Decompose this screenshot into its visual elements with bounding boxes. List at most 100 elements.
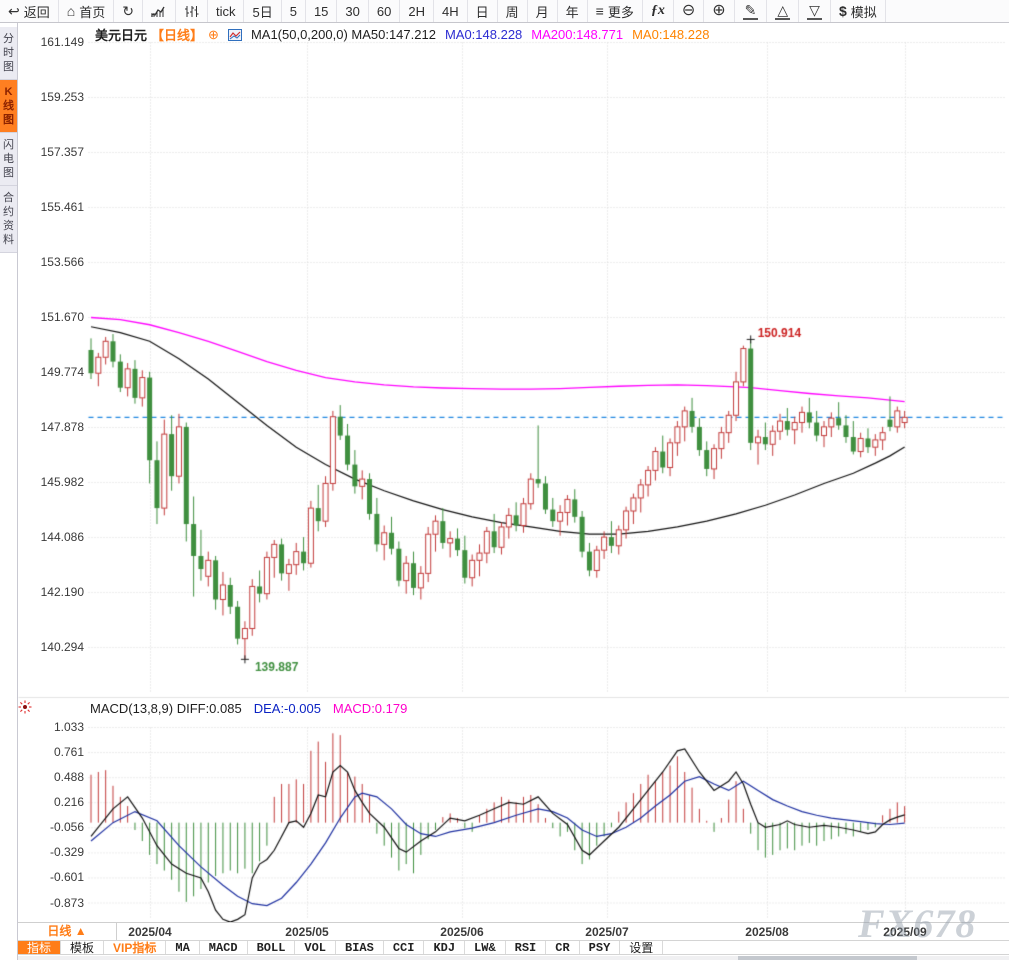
x-axis-label: 2025/08 xyxy=(745,925,789,939)
interval-30m-button[interactable]: 30 xyxy=(337,0,369,22)
top-toolbar: ↩ 返回 ⌂ 首页 ↻ tick 5日 5 15 30 60 2H 4H 日周月年 ≡ 更多 ƒx ⊖ ⊕ ✎ △ ▽ $ 模… xyxy=(0,0,1009,23)
interval-day-button-label: 日 xyxy=(475,4,489,20)
macd-pane-header: MACD(13,8,9) DIFF:0.085 DEA:-0.005 MACD:… xyxy=(90,701,407,716)
indicator-tab-bar: 指标 模板 VIP指标 MA MACD BOLL VOL BIAS CCI KDJ LW& RSI CR… xyxy=(18,940,1009,955)
tab-indicators[interactable]: 指标 xyxy=(18,941,62,955)
left-sidebar: 分时图 K线图 闪电图 合约资料 xyxy=(0,23,18,960)
triangle-down-icon: ▽ xyxy=(807,2,822,20)
x-axis-label: 2025/06 xyxy=(440,925,484,939)
tab-macd[interactable]: MACD xyxy=(200,941,248,955)
sidebar-item-lightning-chart[interactable]: 闪电图 xyxy=(0,133,17,186)
macd-axis-label: -0.873 xyxy=(49,895,84,910)
x-axis-label: 2025/04 xyxy=(128,925,172,939)
price-axis-label: 159.253 xyxy=(40,90,84,104)
zoom-out-icon: ⊖ xyxy=(681,2,696,19)
macd-axis-label: -0.601 xyxy=(49,870,84,885)
candlestick-button[interactable] xyxy=(176,0,208,22)
interval-60m-button[interactable]: 60 xyxy=(369,0,401,22)
symbol-name: 美元日元 xyxy=(95,28,148,43)
x-axis-row: 日线 ▲ 2025/04 2025/05 2025/06 2025/07 2025/08… xyxy=(18,922,1009,940)
macd-settings-label: MACD(13,8,9) DIFF:0.085 xyxy=(90,701,242,716)
sidebar-item-kline-chart[interactable]: K线图 xyxy=(0,80,17,133)
price-pane-header: 美元日元 【日线】 ⊕ MA1(50,0,200,0) MA50:147.212… xyxy=(95,25,709,44)
draw-triangle-down-button[interactable]: ▽ xyxy=(799,0,831,22)
interval-day-button[interactable]: 日 xyxy=(468,0,498,22)
more-button[interactable]: ≡ 更多 xyxy=(588,0,643,22)
x-axis-label: 2025/05 xyxy=(285,925,329,939)
draw-pencil-button[interactable]: ✎ xyxy=(735,0,768,22)
back-arrow-icon: ↩ xyxy=(8,3,20,19)
horizontal-scrollbar[interactable] xyxy=(18,956,1009,960)
refresh-icon: ↻ xyxy=(122,3,134,19)
simulate-trade-button[interactable]: $ 模拟 xyxy=(831,0,886,22)
tab-cci[interactable]: CCI xyxy=(384,941,425,955)
zoom-in-icon: ⊕ xyxy=(712,2,726,19)
draw-triangle-up-button[interactable]: △ xyxy=(767,0,800,22)
interval-month-button[interactable]: 月 xyxy=(528,0,558,22)
interval-year-button[interactable]: 年 xyxy=(558,0,588,22)
x-axis-label: 2025/09 xyxy=(883,925,927,939)
mini-chart-icon[interactable] xyxy=(227,28,242,41)
ma0-orange-label: MA0:148.228 xyxy=(632,27,710,42)
macd-axis-label: 1.033 xyxy=(53,720,84,734)
dollar-icon: $ xyxy=(838,3,847,19)
price-axis-label: 155.461 xyxy=(40,200,84,215)
ma-settings-label: MA1(50,0,200,0) MA50:147.212 xyxy=(250,27,436,42)
chart-canvas[interactable] xyxy=(18,23,1009,922)
interval-2h-button-label: 2H xyxy=(408,3,425,19)
back-button[interactable]: ↩ 返回 xyxy=(0,0,59,22)
tab-ma[interactable]: MA xyxy=(166,941,200,955)
price-axis-label: 144.086 xyxy=(40,530,84,545)
interval-4h-button-label: 4H xyxy=(441,3,459,19)
area-chart-button[interactable] xyxy=(143,0,176,22)
interval-5m-button[interactable]: 5 xyxy=(282,0,306,22)
home-button[interactable]: ⌂ 首页 xyxy=(59,0,115,22)
tab-kdj[interactable]: KDJ xyxy=(424,941,466,955)
tab-settings[interactable]: 设置 xyxy=(620,941,664,955)
dea-value-label: DEA:-0.005 xyxy=(253,701,321,716)
tab-lw[interactable]: LW& xyxy=(465,941,506,955)
macd-axis-label: 0.488 xyxy=(53,770,84,785)
add-indicator-icon[interactable]: ⊕ xyxy=(208,27,219,43)
interval-15m-button[interactable]: 15 xyxy=(306,0,338,22)
indicator-settings-icon[interactable] xyxy=(18,700,32,714)
tab-cr[interactable]: CR xyxy=(546,941,580,955)
ma0-blue-label: MA0:148.228 xyxy=(444,27,523,42)
triangle-up-icon: △ xyxy=(775,2,791,20)
simulate-trade-button-label: 模拟 xyxy=(850,4,877,20)
interval-week-button[interactable]: 周 xyxy=(498,0,528,22)
back-button-label: 返回 xyxy=(23,4,50,20)
period-selector[interactable]: 日线 ▲ xyxy=(18,923,117,940)
pencil-icon: ✎ xyxy=(742,2,759,20)
refresh-button[interactable]: ↻ xyxy=(114,0,143,22)
zoom-in-button[interactable]: ⊕ xyxy=(704,0,735,22)
sidebar-item-contract-info[interactable]: 合约资料 xyxy=(0,186,17,253)
interval-5m-button-label: 5 xyxy=(289,3,297,19)
tab-vol[interactable]: VOL xyxy=(295,941,337,955)
tab-templates[interactable]: 模板 xyxy=(61,941,105,955)
interval-15m-button-label: 15 xyxy=(313,3,329,19)
more-button-label: 更多 xyxy=(607,4,634,20)
zoom-out-button[interactable]: ⊖ xyxy=(674,0,705,22)
interval-year-button-label: 年 xyxy=(565,4,579,20)
interval-4h-button[interactable]: 4H xyxy=(434,0,468,22)
tab-rsi[interactable]: RSI xyxy=(506,941,547,955)
price-axis-label: 147.878 xyxy=(40,420,84,434)
price-axis-label: 145.982 xyxy=(40,475,84,490)
macd-axis-label: -0.056 xyxy=(49,820,84,835)
interval-5d-button[interactable]: 5日 xyxy=(244,0,282,22)
macd-axis-label: -0.329 xyxy=(49,845,84,860)
interval-tick-button[interactable]: tick xyxy=(208,0,245,22)
sidebar-item-time-chart[interactable]: 分时图 xyxy=(0,27,17,80)
tab-boll[interactable]: BOLL xyxy=(248,941,296,955)
scrollbar-thumb[interactable] xyxy=(738,956,917,960)
formula-button[interactable]: ƒx xyxy=(643,0,674,22)
candlestick-icon xyxy=(184,5,199,18)
tab-psy[interactable]: PSY xyxy=(580,941,621,955)
tab-bias[interactable]: BIAS xyxy=(336,941,384,955)
tab-vip-indicators[interactable]: VIP指标 xyxy=(104,941,167,955)
price-axis-label: 140.294 xyxy=(40,640,84,655)
interval-2h-button[interactable]: 2H xyxy=(400,0,434,22)
interval-week-button-label: 周 xyxy=(505,4,519,20)
price-axis-label: 157.357 xyxy=(40,145,84,159)
